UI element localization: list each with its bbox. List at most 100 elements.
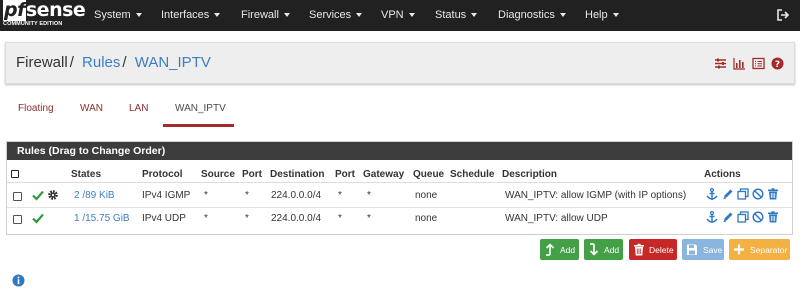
check-pass-icon[interactable] — [32, 212, 44, 224]
info-circle-icon[interactable] — [12, 274, 25, 287]
col-states[interactable]: States — [71, 169, 101, 180]
col-destination-port[interactable]: Port — [335, 169, 355, 180]
rules-panel: Rules (Drag to Change Order) States Prot… — [6, 141, 793, 235]
row-gateway: * — [367, 213, 371, 224]
col-schedule[interactable]: Schedule — [450, 169, 494, 180]
separator-button[interactable]: Separator — [729, 239, 790, 260]
breadcrumb-separator: / — [122, 54, 127, 71]
row-source: * — [204, 190, 208, 201]
col-source-port[interactable]: Port — [242, 169, 262, 180]
top-navbar: pfsense COMMUNITY EDITION System Interfa… — [0, 0, 800, 31]
caret-down-icon — [471, 13, 478, 18]
active-tab-indicator — [163, 124, 234, 127]
nav-label: Interfaces — [161, 9, 210, 21]
breadcrumb-icons: ? — [714, 57, 786, 71]
add-top-label: Add — [560, 245, 576, 255]
row-protocol: IPv4 IGMP — [142, 190, 191, 201]
row-divider — [7, 207, 792, 208]
caret-down-icon — [135, 13, 142, 18]
nav-firewall-menu[interactable]: Firewall — [241, 9, 290, 21]
breadcrumb-rules-link[interactable]: Rules — [82, 54, 120, 71]
ban-icon[interactable] — [752, 211, 764, 223]
col-destination[interactable]: Destination — [270, 169, 324, 180]
tab-wan-iptv[interactable]: WAN_IPTV — [175, 103, 226, 114]
pfsense-logo[interactable]: pfsense COMMUNITY EDITION — [3, 0, 86, 29]
nav-diagnostics-menu[interactable]: Diagnostics — [498, 9, 566, 21]
logo-edition-text: COMMUNITY EDITION — [3, 21, 63, 27]
nav-label: Status — [435, 9, 467, 21]
pencil-icon[interactable] — [722, 188, 734, 200]
trash-icon[interactable] — [767, 188, 779, 200]
tab-wan[interactable]: WAN — [80, 103, 103, 114]
tab-lan[interactable]: LAN — [129, 103, 148, 114]
nav-help-menu[interactable]: Help — [585, 9, 619, 21]
add-bottom-button[interactable]: Add — [584, 239, 623, 260]
caret-down-icon — [283, 13, 290, 18]
sliders-icon[interactable] — [714, 57, 727, 70]
nav-label: Services — [309, 9, 352, 21]
copy-icon[interactable] — [737, 211, 749, 223]
row-source-port: * — [245, 213, 249, 224]
row-source-port: * — [245, 190, 249, 201]
save-button[interactable]: Save — [682, 239, 724, 260]
delete-label: Delete — [649, 245, 674, 255]
plus-icon — [734, 244, 744, 255]
delete-button[interactable]: Delete — [629, 239, 677, 260]
nav-services-menu[interactable]: Services — [309, 9, 363, 21]
select-all-checkbox[interactable] — [11, 170, 19, 178]
caret-down-icon — [408, 13, 415, 18]
caret-down-icon — [214, 13, 221, 18]
col-source[interactable]: Source — [201, 169, 235, 180]
logo-sense-text: sense — [25, 0, 86, 21]
list-alt-icon[interactable] — [752, 57, 765, 70]
sign-out-icon[interactable] — [776, 8, 790, 22]
copy-icon[interactable] — [737, 188, 749, 200]
row-queue: none — [415, 213, 438, 224]
ban-icon[interactable] — [752, 188, 764, 200]
pencil-icon[interactable] — [722, 211, 734, 223]
nav-interfaces-menu[interactable]: Interfaces — [161, 9, 221, 21]
rules-panel-header: Rules (Drag to Change Order) — [7, 142, 792, 160]
tab-floating[interactable]: Floating — [18, 103, 54, 114]
anchor-icon[interactable] — [706, 211, 718, 224]
add-top-button[interactable]: Add — [540, 239, 579, 260]
nav-system-menu[interactable]: System — [94, 9, 142, 21]
nav-label: Help — [585, 9, 608, 21]
nav-status-menu[interactable]: Status — [435, 9, 478, 21]
row-states-link[interactable]: 1 /15.75 GiB — [74, 213, 130, 224]
gear-icon[interactable] — [47, 189, 59, 201]
nav-label: Firewall — [241, 9, 279, 21]
arrow-up-icon — [545, 243, 555, 256]
logo-pf-text: pf — [3, 0, 26, 21]
trash-icon[interactable] — [767, 211, 779, 223]
breadcrumb: Firewall / Rules / WAN_IPTV — [16, 54, 211, 71]
add-bottom-label: Add — [604, 245, 620, 255]
breadcrumb-wan-iptv-link[interactable]: WAN_IPTV — [135, 54, 211, 71]
row-source: * — [204, 213, 208, 224]
row-destination: 224.0.0.0/4 — [271, 213, 322, 224]
breadcrumb-panel: Firewall / Rules / WAN_IPTV ? — [5, 42, 795, 84]
caret-down-icon — [356, 13, 363, 18]
trash-icon — [634, 243, 644, 256]
anchor-icon[interactable] — [706, 188, 718, 201]
row-destination-port: * — [338, 213, 342, 224]
nav-label: System — [94, 9, 131, 21]
breadcrumb-firewall: Firewall — [16, 54, 68, 71]
check-pass-icon[interactable] — [32, 189, 44, 201]
col-queue[interactable]: Queue — [413, 169, 444, 180]
col-gateway[interactable]: Gateway — [363, 169, 404, 180]
save-icon — [687, 244, 697, 255]
row-destination-port: * — [338, 190, 342, 201]
bar-chart-icon[interactable] — [733, 57, 746, 70]
col-protocol[interactable]: Protocol — [142, 169, 183, 180]
row-description: WAN_IPTV: allow UDP — [505, 213, 608, 224]
arrow-down-icon — [589, 243, 599, 256]
row-queue: none — [415, 190, 438, 201]
col-actions: Actions — [704, 169, 741, 180]
nav-vpn-menu[interactable]: VPN — [381, 9, 415, 21]
row-select-checkbox[interactable] — [13, 215, 22, 224]
row-select-checkbox[interactable] — [13, 192, 22, 201]
row-states-link[interactable]: 2 /89 KiB — [74, 190, 115, 201]
col-description[interactable]: Description — [502, 169, 557, 180]
question-circle-icon[interactable]: ? — [771, 57, 784, 70]
